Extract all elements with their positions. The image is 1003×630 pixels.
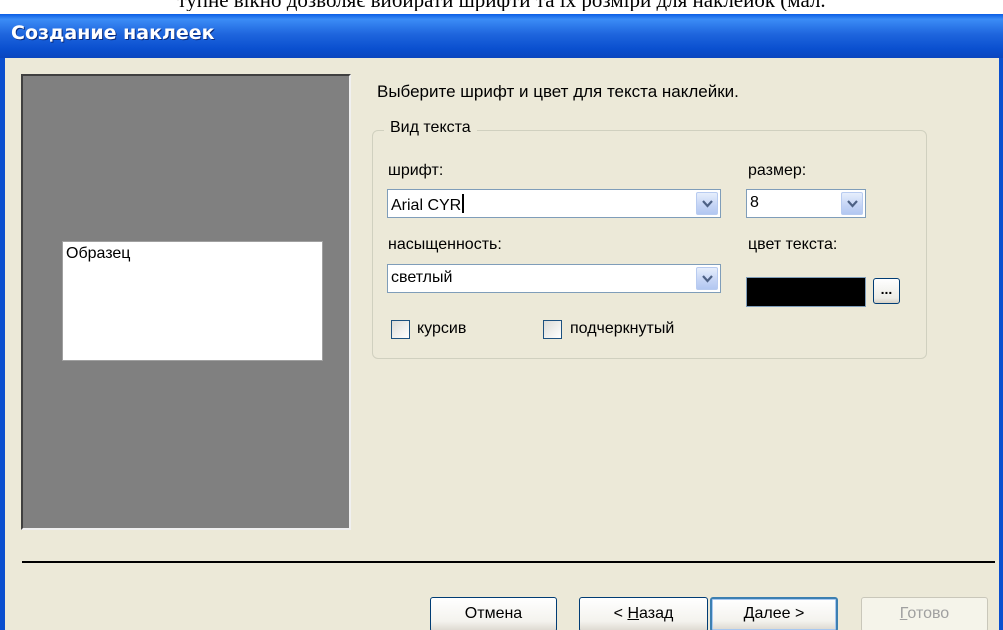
weight-combobox[interactable]: светлый	[387, 264, 721, 293]
window-title: Создание наклеек	[11, 22, 215, 44]
next-rest: алее >	[754, 605, 805, 622]
sample-text: Образец	[66, 245, 131, 262]
weight-value: светлый	[391, 269, 453, 286]
choose-color-button[interactable]: ...	[873, 278, 900, 304]
underline-checkbox[interactable]	[543, 320, 562, 339]
weight-label: насыщенность:	[388, 236, 502, 253]
back-prefix: <	[613, 605, 628, 622]
underline-label[interactable]: подчеркнутый	[570, 320, 674, 338]
font-label: шрифт:	[388, 162, 444, 179]
size-combobox[interactable]: 8	[746, 189, 866, 218]
separator-line	[22, 561, 995, 563]
chevron-down-icon[interactable]	[696, 267, 718, 290]
italic-label[interactable]: курсив	[417, 320, 466, 338]
label-preview-panel: Образец	[21, 74, 351, 530]
italic-checkbox[interactable]	[391, 320, 410, 339]
dialog-window: Создание наклеек Образец Выберите шрифт …	[0, 14, 1003, 630]
next-button[interactable]: Далее >	[710, 597, 838, 630]
instruction-text: Выберите шрифт и цвет для текста наклейк…	[377, 82, 739, 101]
finish-button[interactable]: Готово	[861, 597, 988, 630]
chevron-down-icon[interactable]	[696, 192, 718, 215]
title-bar[interactable]: Создание наклеек	[0, 14, 1003, 58]
font-value: Arial CYR	[391, 194, 465, 215]
size-label: размер:	[748, 162, 807, 179]
window-left-border	[0, 58, 5, 630]
size-value: 8	[750, 194, 759, 211]
text-color-label: цвет текста:	[748, 236, 838, 253]
text-color-swatch[interactable]	[746, 277, 866, 307]
cancel-button[interactable]: Отмена	[430, 597, 557, 630]
chevron-down-icon[interactable]	[841, 192, 863, 215]
back-button[interactable]: < Назад	[579, 597, 708, 630]
next-hotkey: Д	[743, 605, 755, 622]
text-cursor	[462, 194, 465, 213]
document-caption-text: тупне вікно дозволяє вибирати шрифти та …	[0, 0, 1003, 11]
back-rest: азад	[639, 605, 674, 622]
finish-rest: отово	[907, 605, 950, 622]
sample-label: Образец	[62, 241, 323, 361]
font-combobox[interactable]: Arial CYR	[387, 189, 721, 218]
back-hotkey: Н	[627, 605, 640, 622]
group-legend: Вид текста	[384, 119, 477, 137]
window-right-border	[999, 58, 1003, 630]
